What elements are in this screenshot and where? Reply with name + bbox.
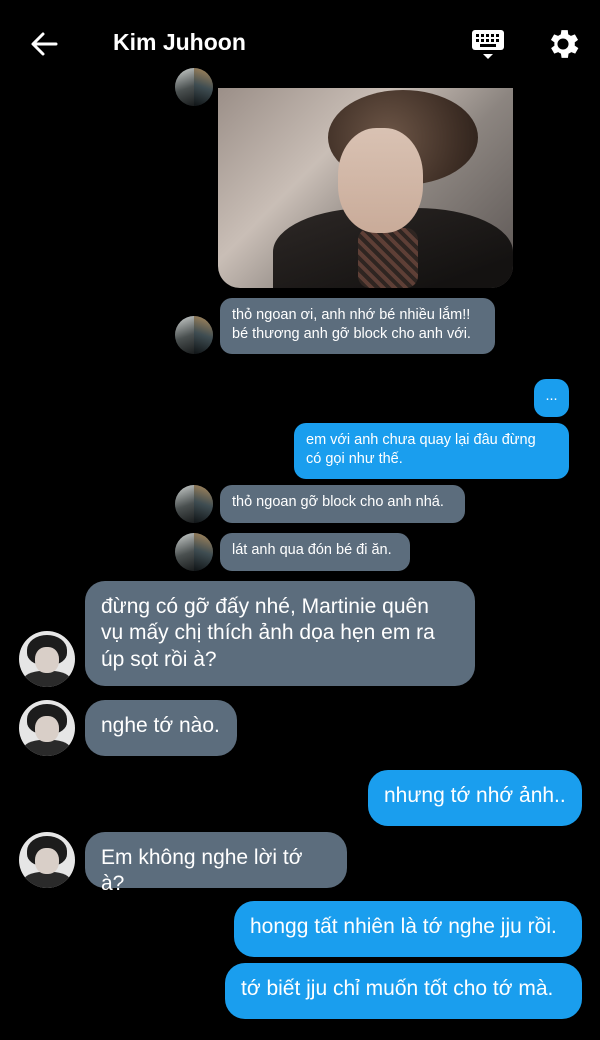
avatar[interactable] [19, 700, 75, 756]
outgoing-message[interactable]: ... [534, 379, 569, 417]
keyboard-button[interactable] [470, 27, 506, 63]
back-button[interactable] [26, 26, 62, 62]
avatar[interactable] [175, 68, 213, 106]
settings-button[interactable] [544, 25, 582, 63]
incoming-message[interactable]: đừng có gỡ đấy nhé, Martinie quên vụ mấy… [85, 581, 475, 686]
contact-name: Kim Juhoon [113, 29, 246, 55]
incoming-message[interactable]: thỏ ngoan ơi, anh nhớ bé nhiều lắm!! bé … [220, 298, 495, 354]
incoming-message[interactable]: Em không nghe lời tớ à? [85, 832, 347, 895]
outgoing-message[interactable]: em với anh chưa quay lại đâu đừng có gọi… [294, 423, 569, 479]
arrow-left-icon [31, 32, 58, 56]
outgoing-message[interactable]: tớ biết jju chỉ muốn tốt cho tớ mà. [225, 963, 582, 1019]
avatar[interactable] [175, 316, 213, 354]
keyboard-icon [472, 30, 504, 59]
outgoing-message[interactable]: hongg tất nhiên là tớ nghe jju rồi. [234, 901, 582, 957]
chat-header: Kim Juhoon [0, 0, 600, 88]
incoming-message[interactable]: lát anh qua đón bé đi ăn. [220, 533, 410, 571]
incoming-message[interactable]: nghe tớ nào. [85, 700, 237, 756]
incoming-message[interactable]: thỏ ngoan gỡ block cho anh nhá. [220, 485, 465, 523]
avatar[interactable] [19, 832, 75, 888]
image-message[interactable] [218, 88, 513, 288]
outgoing-message[interactable]: nhưng tớ nhớ ảnh.. [368, 770, 582, 826]
avatar[interactable] [19, 631, 75, 687]
avatar[interactable] [175, 485, 213, 523]
avatar[interactable] [175, 533, 213, 571]
gear-icon [550, 30, 579, 58]
